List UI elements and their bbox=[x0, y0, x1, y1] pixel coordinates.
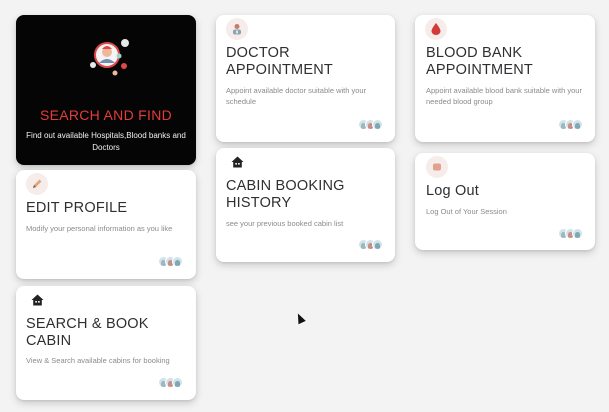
avatar bbox=[572, 228, 583, 239]
blood-bank-appointment-card[interactable]: BLOOD BANK APPOINTMENT Appoint available… bbox=[415, 15, 595, 142]
avatar-group bbox=[358, 119, 383, 130]
house-icon bbox=[26, 289, 48, 311]
search-and-find-title: SEARCH AND FIND bbox=[39, 107, 173, 123]
avatar bbox=[172, 377, 183, 388]
pencil-icon bbox=[26, 173, 48, 195]
mouse-cursor-icon bbox=[294, 311, 306, 325]
edit-profile-description: Modify your personal information as you … bbox=[26, 224, 173, 233]
avatar-group bbox=[158, 377, 183, 388]
avatar bbox=[372, 119, 383, 130]
cabin-booking-history-description: see your previous booked cabin list bbox=[226, 219, 344, 228]
logout-card[interactable]: Log Out Log Out of Your Session bbox=[415, 153, 595, 250]
doctor-appointment-title: DOCTOR APPOINTMENT bbox=[226, 45, 333, 78]
doctor-appointment-card[interactable]: DOCTOR APPOINTMENT Appoint available doc… bbox=[216, 15, 395, 142]
blood-bank-appointment-description: Appoint available blood bank suitable wi… bbox=[426, 86, 582, 106]
logout-description: Log Out of Your Session bbox=[426, 207, 507, 216]
blood-drop-icon bbox=[425, 18, 447, 40]
blood-bank-appointment-title: BLOOD BANK APPOINTMENT bbox=[426, 45, 533, 78]
cabin-booking-history-title: CABIN BOOKING HISTORY bbox=[226, 178, 345, 211]
doctor-appointment-description: Appoint available doctor suitable with y… bbox=[226, 86, 367, 106]
logout-title: Log Out bbox=[426, 183, 479, 199]
edit-profile-card[interactable]: EDIT PROFILE Modify your personal inform… bbox=[16, 170, 196, 279]
search-and-find-description: Find out available Hospitals,Blood banks… bbox=[26, 131, 186, 152]
avatar bbox=[572, 119, 583, 130]
avatar-group bbox=[558, 228, 583, 239]
avatar-group bbox=[358, 239, 383, 250]
cabin-booking-history-card[interactable]: CABIN BOOKING HISTORY see your previous … bbox=[216, 148, 395, 262]
search-book-cabin-title: SEARCH & BOOK CABIN bbox=[26, 316, 149, 349]
search-illustration-icon bbox=[88, 35, 130, 77]
edit-profile-title: EDIT PROFILE bbox=[26, 200, 128, 216]
logout-icon bbox=[426, 156, 448, 178]
search-book-cabin-description: View & Search available cabins for booki… bbox=[26, 356, 170, 365]
house-icon bbox=[226, 151, 248, 173]
avatar bbox=[172, 256, 183, 267]
avatar bbox=[372, 239, 383, 250]
search-and-find-card[interactable]: SEARCH AND FIND Find out available Hospi… bbox=[16, 15, 196, 165]
search-book-cabin-card[interactable]: SEARCH & BOOK CABIN View & Search availa… bbox=[16, 286, 196, 400]
avatar-group bbox=[158, 256, 183, 267]
avatar-group bbox=[558, 119, 583, 130]
doctor-icon bbox=[226, 18, 248, 40]
